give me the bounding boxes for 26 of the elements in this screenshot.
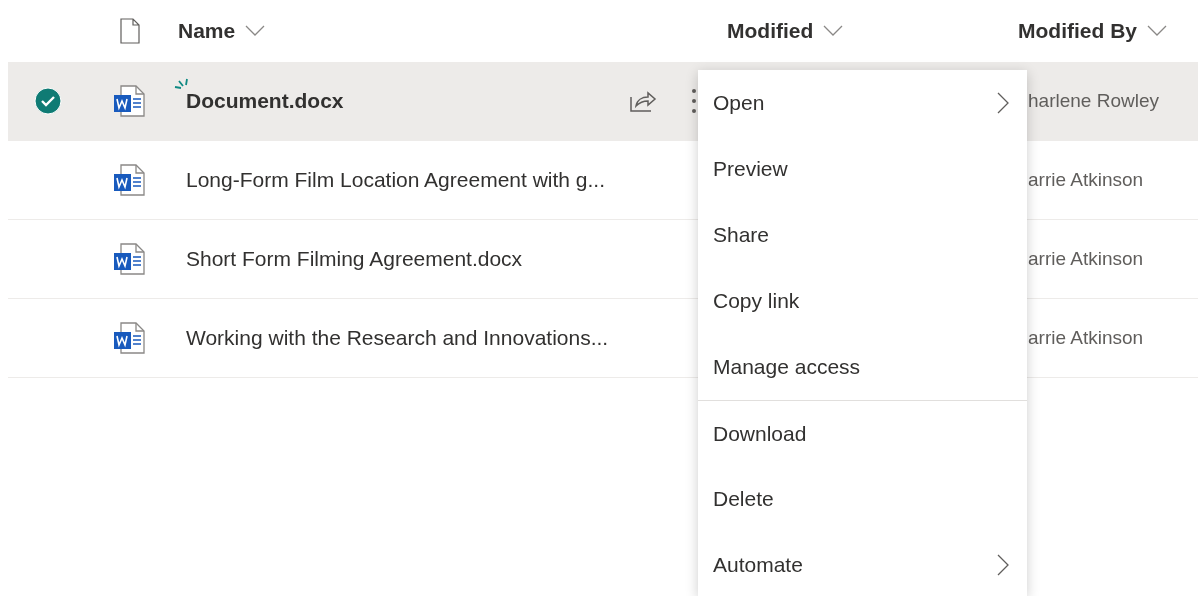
word-document-icon <box>111 83 147 119</box>
menu-item[interactable]: Download <box>698 400 1027 466</box>
file-name[interactable]: Document.docx <box>186 89 344 113</box>
file-name[interactable]: Working with the Research and Innovations... <box>186 326 609 350</box>
menu-item[interactable]: Automate <box>698 532 1027 596</box>
modified-by-cell-text: harlene Rowley <box>1027 90 1160 112</box>
file-name[interactable]: Long-Form Film Location Agreement with g... <box>186 168 605 192</box>
checkmark-circle-icon[interactable] <box>34 87 62 115</box>
menu-item[interactable]: Delete <box>698 466 1027 532</box>
word-document-icon <box>111 241 147 277</box>
modified-by-cell-text: arrie Atkinson <box>1027 327 1145 349</box>
word-document-icon <box>111 320 147 356</box>
chevron-down-icon <box>1147 25 1167 37</box>
share-icon[interactable] <box>629 89 657 113</box>
modified-by-cell-text: arrie Atkinson <box>1027 169 1145 191</box>
file-type-icon <box>120 18 140 44</box>
column-header[interactable]: Name <box>178 19 236 43</box>
chevron-down-icon <box>245 25 266 37</box>
column-header[interactable]: Modified By <box>1018 19 1137 43</box>
more-options-icon[interactable] <box>691 88 697 114</box>
menu-item[interactable]: Open <box>698 70 1027 136</box>
file-name[interactable]: Short Form Filming Agreement.docx <box>186 247 523 271</box>
column-header[interactable]: Modified <box>727 19 814 43</box>
modified-by-cell-text: arrie Atkinson <box>1027 248 1145 270</box>
chevron-down-icon <box>823 25 844 37</box>
word-document-icon <box>111 162 147 198</box>
